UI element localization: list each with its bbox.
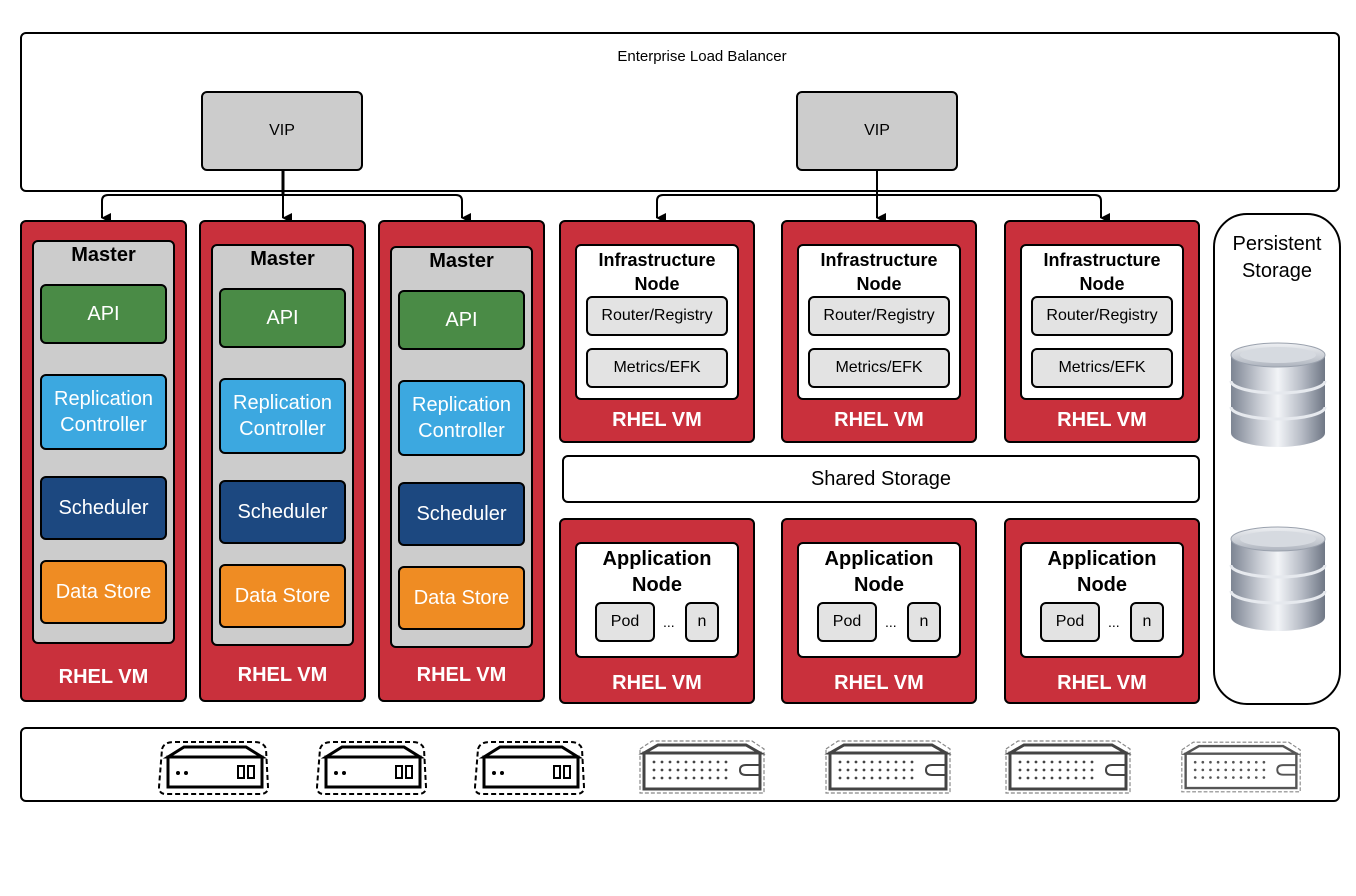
arrow-to-master-1 (101, 194, 283, 223)
server-rack-icon (1004, 740, 1132, 794)
master-vm-3: Master API Replication Controller Schedul… (378, 220, 545, 702)
api-label: API (445, 309, 478, 331)
app-node-box: Application Node Pod ... n (1020, 542, 1184, 658)
vm-label: RHEL VM (1057, 409, 1147, 431)
infra-node-title: Infrastructure Node (598, 250, 716, 294)
master-vm-1: Master API Replication Controller Schedul… (20, 220, 187, 702)
infra-vm-3: Infrastructure Node Router/Registry Metri… (1004, 220, 1200, 443)
vm-label: RHEL VM (612, 409, 702, 431)
pod-n-box: n (907, 602, 941, 642)
master-box: Master API Replication Controller Schedul… (390, 246, 533, 648)
data-store-component: Data Store (40, 560, 167, 624)
server-rack-icon (638, 740, 766, 794)
pod-ellipsis: ... (885, 614, 897, 630)
server-appliance-icon (473, 741, 586, 795)
metrics-efk-service: Metrics/EFK (1031, 348, 1173, 388)
metrics-efk-service: Metrics/EFK (808, 348, 950, 388)
pod-n-box: n (1130, 602, 1164, 642)
database-icon (1229, 526, 1327, 631)
api-component: API (40, 284, 167, 344)
pod-box: Pod (595, 602, 655, 642)
data-store-component: Data Store (398, 566, 525, 630)
app-vm-3: Application Node Pod ... n RHEL VM (1004, 518, 1200, 704)
master-box: Master API Replication Controller Schedul… (211, 244, 354, 646)
rc-label: Replication Controller (412, 394, 511, 442)
data-store-component: Data Store (219, 564, 346, 628)
vm-label: RHEL VM (1057, 672, 1147, 694)
vm-label: RHEL VM (834, 672, 924, 694)
pod-n-box: n (685, 602, 719, 642)
replication-controller-component: Replication Controller (398, 380, 525, 456)
infra-node-box: Infrastructure Node Router/Registry Metri… (1020, 244, 1184, 400)
server-appliance-icon (157, 741, 270, 795)
scheduler-component: Scheduler (398, 482, 525, 546)
data-store-label: Data Store (234, 585, 331, 607)
shared-storage-label: Shared Storage (810, 467, 952, 490)
infra-vm-1: Infrastructure Node Router/Registry Metri… (559, 220, 755, 443)
master-vm-2: Master API Replication Controller Schedul… (199, 220, 366, 702)
infra-vm-2: Infrastructure Node Router/Registry Metri… (781, 220, 977, 443)
app-node-box: Application Node Pod ... n (797, 542, 961, 658)
infra-node-title: Infrastructure Node (820, 250, 938, 294)
shared-storage: Shared Storage (562, 455, 1200, 503)
vm-label: RHEL VM (58, 666, 149, 688)
vm-label: RHEL VM (416, 664, 507, 686)
master-arrows (101, 171, 471, 223)
infra-node-title: Infrastructure Node (1043, 250, 1161, 294)
scheduler-label: Scheduler (237, 501, 328, 523)
metrics-efk-service: Metrics/EFK (586, 348, 728, 388)
persistent-storage-title: Persistent Storage (1232, 233, 1322, 282)
pod-ellipsis: ... (663, 614, 675, 630)
scheduler-component: Scheduler (219, 480, 346, 544)
pod-box: Pod (1040, 602, 1100, 642)
arrow-to-master-3 (283, 194, 471, 223)
server-appliance-icon (315, 741, 428, 795)
master-title: Master (250, 248, 315, 270)
master-title: Master (71, 244, 136, 266)
router-registry-service: Router/Registry (1031, 296, 1173, 336)
infra-node-box: Infrastructure Node Router/Registry Metri… (797, 244, 961, 400)
rc-label: Replication Controller (54, 388, 153, 436)
replication-controller-component: Replication Controller (219, 378, 346, 454)
master-box: Master API Replication Controller Schedul… (32, 240, 175, 644)
vm-label: RHEL VM (237, 664, 328, 686)
rc-label: Replication Controller (233, 392, 332, 440)
app-node-title: Application Node (602, 548, 712, 596)
app-node-title: Application Node (824, 548, 934, 596)
persistent-storage: Persistent Storage (1213, 213, 1341, 705)
app-vm-1: Application Node Pod ... n RHEL VM (559, 518, 755, 704)
router-registry-service: Router/Registry (808, 296, 950, 336)
database-icon (1229, 342, 1327, 447)
scheduler-label: Scheduler (58, 497, 149, 519)
master-title: Master (429, 250, 494, 272)
replication-controller-component: Replication Controller (40, 374, 167, 450)
app-vm-2: Application Node Pod ... n RHEL VM (781, 518, 977, 704)
api-component: API (219, 288, 346, 348)
hardware-layer (20, 727, 1340, 802)
arrow-to-infra-3 (877, 194, 1110, 223)
router-registry-service: Router/Registry (586, 296, 728, 336)
scheduler-component: Scheduler (40, 476, 167, 540)
app-node-title: Application Node (1047, 548, 1157, 596)
server-rack-icon (824, 740, 952, 794)
server-rack-icon (1181, 741, 1301, 793)
api-label: API (87, 303, 120, 325)
data-store-label: Data Store (413, 587, 510, 609)
vm-label: RHEL VM (612, 672, 702, 694)
data-store-label: Data Store (55, 581, 152, 603)
vm-label: RHEL VM (834, 409, 924, 431)
arrow-to-infra-1 (656, 194, 877, 223)
app-node-box: Application Node Pod ... n (575, 542, 739, 658)
pod-box: Pod (817, 602, 877, 642)
api-label: API (266, 307, 299, 329)
scheduler-label: Scheduler (416, 503, 507, 525)
infra-arrows (656, 171, 1110, 223)
pod-ellipsis: ... (1108, 614, 1120, 630)
infra-node-box: Infrastructure Node Router/Registry Metri… (575, 244, 739, 400)
api-component: API (398, 290, 525, 350)
